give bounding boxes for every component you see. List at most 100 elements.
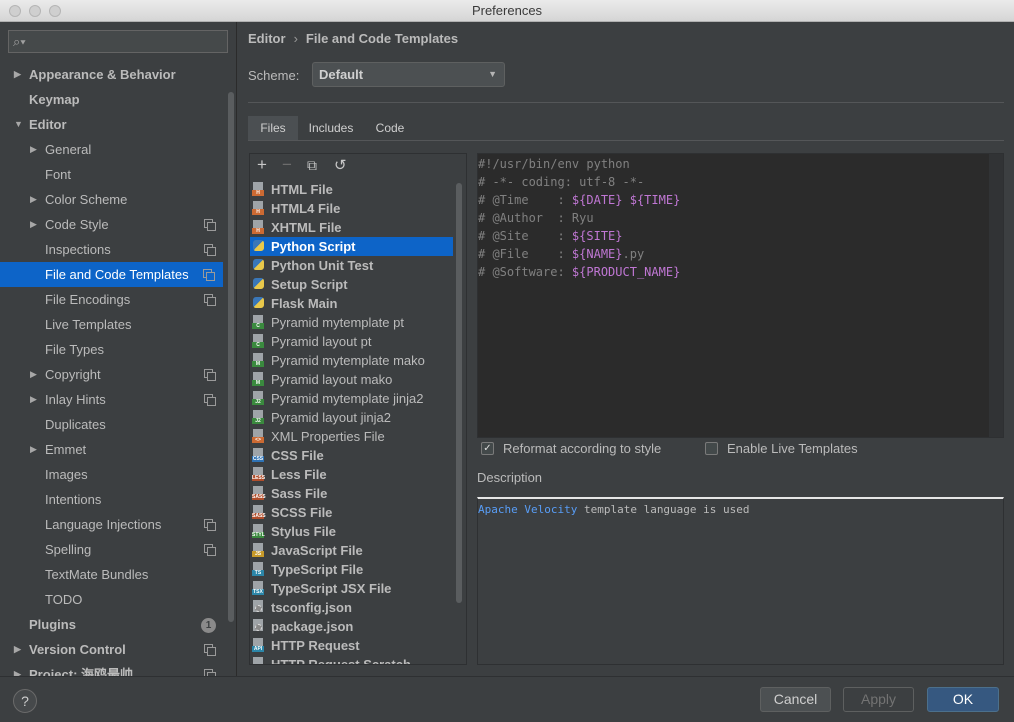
sidebar-scrollbar[interactable]: [228, 92, 234, 622]
sidebar-item-file-types[interactable]: File Types: [0, 337, 224, 362]
template-item-label: Pyramid mytemplate mako: [271, 353, 425, 368]
template-item-label: Pyramid mytemplate pt: [271, 315, 404, 330]
copy-template-icon[interactable]: ⧉: [307, 157, 317, 174]
sidebar-item-language-injections[interactable]: Language Injections: [0, 512, 224, 537]
sidebar-item-editor[interactable]: ▼ Editor: [0, 112, 224, 137]
template-item-less-file[interactable]: LESS Less File: [250, 465, 453, 484]
template-item-label: JavaScript File: [271, 543, 363, 558]
template-item-typescript-file[interactable]: TS TypeScript File: [250, 560, 453, 579]
template-item-package-json[interactable]: package.json: [250, 617, 453, 636]
add-icon[interactable]: +: [257, 155, 267, 175]
template-item-stylus-file[interactable]: STYL Stylus File: [250, 522, 453, 541]
sidebar-item-spelling[interactable]: Spelling: [0, 537, 224, 562]
chevron-right-icon[interactable]: ▶: [30, 387, 37, 412]
sidebar-item-color-scheme[interactable]: ▶ Color Scheme: [0, 187, 224, 212]
chevron-right-icon[interactable]: ▶: [14, 637, 21, 662]
template-item-tsconfig-json[interactable]: tsconfig.json: [250, 598, 453, 617]
tab-files[interactable]: Files: [248, 116, 298, 140]
sidebar-item-intentions[interactable]: Intentions: [0, 487, 224, 512]
template-item-pyramid-mytemplate-mako[interactable]: M Pyramid mytemplate mako: [250, 351, 453, 370]
sidebar-item-label: Duplicates: [45, 417, 106, 432]
sidebar-item-inspections[interactable]: Inspections: [0, 237, 224, 262]
template-item-flask-main[interactable]: Flask Main: [250, 294, 453, 313]
template-item-pyramid-mytemplate-pt[interactable]: C Pyramid mytemplate pt: [250, 313, 453, 332]
template-item-xml-properties-file[interactable]: <> XML Properties File: [250, 427, 453, 446]
sidebar-item-plugins[interactable]: Plugins 1: [0, 612, 224, 637]
template-item-typescript-jsx-file[interactable]: TSX TypeScript JSX File: [250, 579, 453, 598]
sidebar-item-label: File Types: [45, 342, 105, 357]
ok-button[interactable]: OK: [927, 687, 999, 712]
template-item-label: Pyramid layout pt: [271, 334, 372, 349]
template-item-label: TypeScript File: [271, 562, 364, 577]
sidebar-item-label: Version Control: [29, 642, 126, 657]
template-item-xhtml-file[interactable]: H XHTML File: [250, 218, 453, 237]
code-line: # @Site : ${SITE}: [478, 229, 623, 243]
template-item-html4-file[interactable]: H HTML4 File: [250, 199, 453, 218]
sidebar-item-appearance-behavior[interactable]: ▶ Appearance & Behavior: [0, 62, 224, 87]
sidebar-item-label: Live Templates: [45, 317, 132, 332]
chevron-right-icon[interactable]: ▶: [30, 137, 37, 162]
template-item-javascript-file[interactable]: JS JavaScript File: [250, 541, 453, 560]
chevron-right-icon[interactable]: ▶: [30, 362, 37, 387]
template-item-html-file[interactable]: H HTML File: [250, 180, 453, 199]
template-item-css-file[interactable]: CSS CSS File: [250, 446, 453, 465]
chevron-right-icon[interactable]: ▶: [14, 662, 21, 676]
sidebar-item-project[interactable]: ▶ Project: 海鸥最帅: [0, 662, 224, 676]
python-icon: [252, 277, 265, 292]
template-item-sass-file[interactable]: SASS Sass File: [250, 484, 453, 503]
breadcrumb-parent[interactable]: Editor: [248, 31, 286, 46]
tab-includes[interactable]: Includes: [302, 116, 360, 140]
template-list-scrollbar[interactable]: [456, 183, 462, 603]
sidebar-item-keymap[interactable]: Keymap: [0, 87, 224, 112]
sidebar-item-file-encodings[interactable]: File Encodings: [0, 287, 224, 312]
cancel-button[interactable]: Cancel: [760, 687, 831, 712]
chevron-right-icon[interactable]: ▶: [30, 187, 37, 212]
sidebar-item-emmet[interactable]: ▶ Emmet: [0, 437, 224, 462]
chevron-right-icon[interactable]: ▶: [14, 62, 21, 87]
scheme-dropdown[interactable]: Default ▼: [312, 62, 505, 87]
apply-button[interactable]: Apply: [843, 687, 914, 712]
template-item-scss-file[interactable]: SASS SCSS File: [250, 503, 453, 522]
sidebar-item-code-style[interactable]: ▶ Code Style: [0, 212, 224, 237]
template-item-setup-script[interactable]: Setup Script: [250, 275, 453, 294]
sidebar-item-todo[interactable]: TODO: [0, 587, 224, 612]
sidebar-item-general[interactable]: ▶ General: [0, 137, 224, 162]
template-item-label: Pyramid layout mako: [271, 372, 393, 387]
sidebar-item-label: General: [45, 142, 92, 157]
template-item-python-unit-test[interactable]: Python Unit Test: [250, 256, 453, 275]
editor-scrollbar[interactable]: [989, 154, 1003, 437]
template-item-label: Pyramid mytemplate jinja2: [271, 391, 424, 406]
apache-velocity-link[interactable]: Apache Velocity: [478, 503, 577, 516]
template-item-pyramid-layout-jinja2[interactable]: J2 Pyramid layout jinja2: [250, 408, 453, 427]
template-item-label: XML Properties File: [271, 429, 385, 444]
template-item-http-request-scratch[interactable]: API HTTP Request Scratch: [250, 655, 453, 664]
code-line: #!/usr/bin/env python: [478, 157, 630, 171]
chevron-down-icon[interactable]: ▼: [14, 112, 23, 137]
sidebar-item-copyright[interactable]: ▶ Copyright: [0, 362, 224, 387]
search-input[interactable]: ⌕▾: [8, 30, 228, 53]
sidebar-item-inlay-hints[interactable]: ▶ Inlay Hints: [0, 387, 224, 412]
template-code-editor[interactable]: #!/usr/bin/env python # -*- coding: utf-8…: [477, 153, 1004, 438]
template-item-pyramid-layout-mako[interactable]: M Pyramid layout mako: [250, 370, 453, 389]
python-icon: [252, 258, 265, 273]
chevron-right-icon[interactable]: ▶: [30, 212, 37, 237]
sidebar-item-label: Keymap: [29, 92, 80, 107]
help-button[interactable]: ?: [13, 689, 37, 713]
sidebar-item-font[interactable]: Font: [0, 162, 224, 187]
code-line: # -*- coding: utf-8 -*-: [478, 175, 645, 189]
sidebar-item-version-control[interactable]: ▶ Version Control: [0, 637, 224, 662]
remove-icon[interactable]: −: [282, 155, 292, 175]
sidebar-item-textmate-bundles[interactable]: TextMate Bundles: [0, 562, 224, 587]
chevron-right-icon[interactable]: ▶: [30, 437, 37, 462]
template-item-http-request[interactable]: API HTTP Request: [250, 636, 453, 655]
checkbox-unchecked-icon: [705, 442, 718, 455]
template-item-python-script[interactable]: Python Script: [250, 237, 453, 256]
reset-icon[interactable]: ↺: [334, 156, 347, 174]
template-item-pyramid-layout-pt[interactable]: C Pyramid layout pt: [250, 332, 453, 351]
sidebar-item-file-and-code-templates[interactable]: File and Code Templates: [0, 262, 223, 287]
tab-code[interactable]: Code: [366, 116, 414, 140]
sidebar-item-images[interactable]: Images: [0, 462, 224, 487]
template-item-pyramid-mytemplate-jinja2[interactable]: J2 Pyramid mytemplate jinja2: [250, 389, 453, 408]
sidebar-item-live-templates[interactable]: Live Templates: [0, 312, 224, 337]
sidebar-item-duplicates[interactable]: Duplicates: [0, 412, 224, 437]
